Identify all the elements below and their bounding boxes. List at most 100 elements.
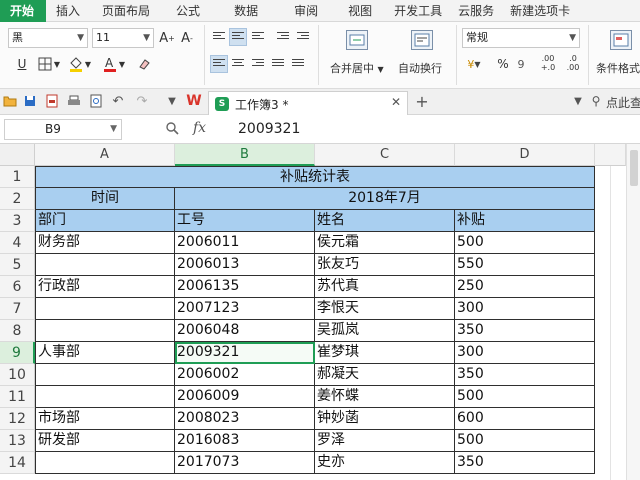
table-cell[interactable]: 2008023 bbox=[175, 408, 315, 430]
align-left-icon[interactable] bbox=[210, 55, 228, 73]
row-header[interactable]: 5 bbox=[0, 254, 35, 276]
tab-cloud[interactable]: 云服务 bbox=[450, 0, 502, 22]
print-preview-icon[interactable] bbox=[88, 93, 104, 109]
tab-formulas[interactable]: 公式 bbox=[162, 0, 214, 22]
row-header[interactable]: 2 bbox=[0, 188, 35, 210]
export-pdf-icon[interactable] bbox=[44, 93, 60, 109]
column-title-cell[interactable]: 工号 bbox=[175, 210, 315, 232]
table-cell[interactable]: 罗泽 bbox=[315, 430, 455, 452]
table-cell[interactable] bbox=[35, 320, 175, 342]
table-cell[interactable]: 吴孤岚 bbox=[315, 320, 455, 342]
decrease-decimal-button[interactable]: .0.00 bbox=[562, 52, 584, 74]
row-header[interactable]: 9 bbox=[0, 342, 35, 364]
table-cell[interactable]: 人事部 bbox=[35, 342, 175, 364]
table-cell[interactable]: 2016083 bbox=[175, 430, 315, 452]
select-all-corner[interactable] bbox=[0, 144, 35, 166]
table-cell[interactable]: 600 bbox=[455, 408, 595, 430]
formula-input[interactable]: 2009321 bbox=[228, 118, 628, 141]
table-cell[interactable]: 2006013 bbox=[175, 254, 315, 276]
table-cell[interactable]: 550 bbox=[455, 254, 595, 276]
row-header[interactable]: 7 bbox=[0, 298, 35, 320]
row-header[interactable]: 6 bbox=[0, 276, 35, 298]
row-header[interactable]: 8 bbox=[0, 320, 35, 342]
table-cell[interactable]: 苏代真 bbox=[315, 276, 455, 298]
column-header-c[interactable]: C bbox=[315, 144, 455, 166]
tab-developer[interactable]: 开发工具 bbox=[386, 0, 450, 22]
row-header[interactable]: 3 bbox=[0, 210, 35, 232]
tab-insert[interactable]: 插入 bbox=[46, 0, 90, 22]
tab-review[interactable]: 审阅 bbox=[278, 0, 334, 22]
wps-logo-icon[interactable]: W bbox=[186, 93, 202, 109]
table-cell[interactable]: 2006048 bbox=[175, 320, 315, 342]
tab-workbook[interactable]: S 工作簿3 * ✕ bbox=[208, 91, 408, 115]
time-label-cell[interactable]: 时间 bbox=[35, 188, 175, 210]
scrollbar-thumb[interactable] bbox=[630, 150, 638, 186]
table-cell[interactable]: 300 bbox=[455, 342, 595, 364]
table-cell[interactable]: 350 bbox=[455, 364, 595, 386]
zoom-icon[interactable] bbox=[165, 121, 179, 139]
align-middle-icon[interactable] bbox=[229, 28, 247, 46]
percent-button[interactable]: % bbox=[494, 55, 512, 73]
font-size-select[interactable]: 11 ▼ bbox=[92, 28, 154, 48]
align-center-icon[interactable] bbox=[229, 55, 247, 73]
row-header[interactable]: 11 bbox=[0, 386, 35, 408]
undo-icon[interactable]: ↶ bbox=[110, 93, 126, 109]
table-cell[interactable]: 史亦 bbox=[315, 452, 455, 474]
justify-icon[interactable] bbox=[269, 55, 287, 73]
tab-data[interactable]: 数据 bbox=[214, 0, 278, 22]
column-title-cell[interactable]: 部门 bbox=[35, 210, 175, 232]
tab-view[interactable]: 视图 bbox=[334, 0, 386, 22]
merge-center-button[interactable]: 合并居中 ▼ bbox=[330, 60, 384, 76]
table-cell[interactable]: 2017073 bbox=[175, 452, 315, 474]
column-header-b[interactable]: B bbox=[175, 144, 315, 166]
print-icon[interactable] bbox=[66, 93, 82, 109]
redo-icon[interactable]: ↷ bbox=[134, 93, 150, 109]
search-icon[interactable]: ⚲ bbox=[588, 93, 604, 109]
conditional-format-icon[interactable] bbox=[610, 30, 632, 50]
align-bottom-icon[interactable] bbox=[249, 28, 267, 46]
font-color-icon[interactable]: A ▼ bbox=[100, 55, 128, 73]
table-cell[interactable]: 500 bbox=[455, 386, 595, 408]
underline-button[interactable]: U bbox=[14, 55, 30, 73]
align-top-icon[interactable] bbox=[210, 28, 228, 46]
table-cell[interactable]: 研发部 bbox=[35, 430, 175, 452]
merge-center-icon[interactable] bbox=[346, 30, 368, 50]
tab-list-icon[interactable]: ▼ bbox=[570, 93, 586, 109]
row-header[interactable]: 13 bbox=[0, 430, 35, 452]
table-cell[interactable] bbox=[35, 364, 175, 386]
conditional-format-button[interactable]: 条件格式 bbox=[596, 60, 640, 76]
table-cell[interactable]: 行政部 bbox=[35, 276, 175, 298]
font-name-select[interactable]: 黑 ▼ bbox=[8, 28, 88, 48]
table-cell[interactable]: 钟妙菡 bbox=[315, 408, 455, 430]
table-cell[interactable]: 2006135 bbox=[175, 276, 315, 298]
table-cell[interactable]: 市场部 bbox=[35, 408, 175, 430]
tab-new[interactable]: 新建选项卡 bbox=[502, 0, 578, 22]
fx-button[interactable]: fx bbox=[193, 120, 206, 136]
thousands-separator-button[interactable]: 9 bbox=[514, 55, 528, 73]
table-cell[interactable]: 财务部 bbox=[35, 232, 175, 254]
table-title[interactable]: 补贴统计表 bbox=[35, 166, 595, 188]
table-cell[interactable]: 李恨天 bbox=[315, 298, 455, 320]
align-right-icon[interactable] bbox=[249, 55, 267, 73]
table-cell[interactable]: 2009321 bbox=[175, 342, 315, 364]
grow-font-button[interactable]: A + bbox=[158, 29, 176, 47]
table-cell[interactable]: 崔梦琪 bbox=[315, 342, 455, 364]
table-cell[interactable] bbox=[35, 386, 175, 408]
column-header-a[interactable]: A bbox=[35, 144, 175, 166]
increase-decimal-button[interactable]: .00 +.0 bbox=[537, 52, 559, 74]
save-icon[interactable] bbox=[22, 93, 38, 109]
table-cell[interactable]: 2006002 bbox=[175, 364, 315, 386]
row-header[interactable]: 14 bbox=[0, 452, 35, 474]
month-label-cell[interactable]: 2018年7月 bbox=[175, 188, 595, 210]
table-cell[interactable]: 350 bbox=[455, 320, 595, 342]
row-header[interactable]: 10 bbox=[0, 364, 35, 386]
name-box[interactable]: B9 ▼ bbox=[4, 119, 122, 140]
table-cell[interactable] bbox=[35, 254, 175, 276]
clear-format-icon[interactable] bbox=[134, 55, 154, 73]
vertical-scrollbar[interactable] bbox=[626, 144, 640, 480]
open-folder-icon[interactable] bbox=[2, 93, 18, 109]
number-format-select[interactable]: 常规 ▼ bbox=[462, 28, 580, 48]
border-icon[interactable]: ▼ bbox=[36, 55, 62, 73]
tab-page-layout[interactable]: 页面布局 bbox=[90, 0, 162, 22]
table-cell[interactable]: 2006009 bbox=[175, 386, 315, 408]
